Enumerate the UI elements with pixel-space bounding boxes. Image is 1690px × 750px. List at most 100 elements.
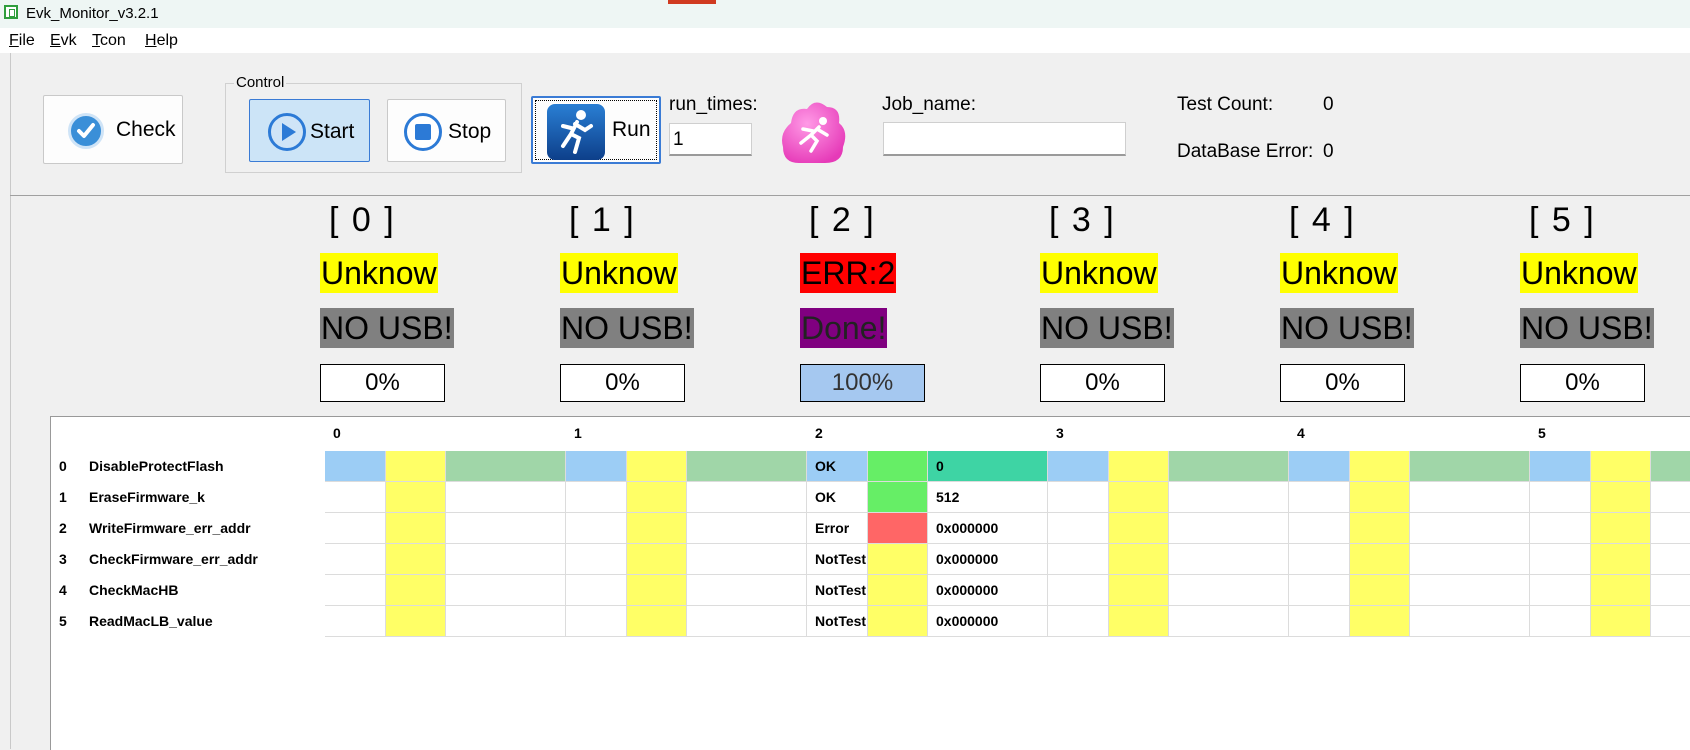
result-cell[interactable] [325,482,386,513]
result-cell[interactable] [1350,482,1410,513]
result-cell[interactable] [627,482,687,513]
result-cell[interactable] [687,544,807,575]
result-status-cell[interactable]: NotTest [807,575,868,606]
result-cell[interactable] [386,575,446,606]
result-color-cell[interactable] [868,544,928,575]
result-value-cell[interactable]: 0x000000 [928,606,1048,637]
result-cell[interactable] [1350,575,1410,606]
result-cell[interactable] [627,606,687,637]
result-cell[interactable] [1109,482,1169,513]
column-header[interactable]: 5 [1538,425,1546,441]
result-cell[interactable] [1289,482,1350,513]
result-cell[interactable] [386,513,446,544]
result-value-cell[interactable]: 0x000000 [928,575,1048,606]
result-cell[interactable] [1651,606,1690,637]
result-cell[interactable] [1591,482,1651,513]
result-cell[interactable] [566,451,627,482]
result-cell[interactable] [386,544,446,575]
result-cell[interactable] [1410,513,1530,544]
result-cell[interactable] [1350,606,1410,637]
result-status-cell[interactable]: OK [807,451,868,482]
result-cell[interactable] [325,451,386,482]
result-cell[interactable] [1591,606,1651,637]
result-cell[interactable] [325,575,386,606]
cloud-runner-icon[interactable] [777,95,849,167]
result-cell[interactable] [1651,451,1690,482]
result-value-cell[interactable]: 0 [928,451,1048,482]
result-cell[interactable] [687,482,807,513]
result-cell[interactable] [1350,544,1410,575]
result-cell[interactable] [1289,606,1350,637]
column-header[interactable]: 1 [574,425,582,441]
result-color-cell[interactable] [868,575,928,606]
result-cell[interactable] [566,513,627,544]
result-status-cell[interactable]: Error [807,513,868,544]
result-cell[interactable] [1591,451,1651,482]
result-cell[interactable] [1048,606,1109,637]
result-cell[interactable] [446,482,566,513]
run-button[interactable]: Run [531,96,661,164]
result-status-cell[interactable]: OK [807,482,868,513]
result-cell[interactable] [627,451,687,482]
result-cell[interactable] [1048,451,1109,482]
result-status-cell[interactable]: NotTest [807,606,868,637]
result-cell[interactable] [1410,451,1530,482]
result-cell[interactable] [1289,513,1350,544]
result-cell[interactable] [1169,482,1289,513]
result-value-cell[interactable]: 0x000000 [928,513,1048,544]
result-cell[interactable] [1048,544,1109,575]
result-cell[interactable] [446,575,566,606]
result-cell[interactable] [1048,482,1109,513]
menu-evk[interactable]: Evk [50,32,77,50]
result-cell[interactable] [1169,575,1289,606]
run-times-input[interactable]: 1 [669,123,752,156]
column-header[interactable]: 0 [333,425,341,441]
result-cell[interactable] [446,544,566,575]
menu-tcon[interactable]: Tcon [92,32,126,50]
result-cell[interactable] [687,606,807,637]
result-cell[interactable] [687,451,807,482]
column-header[interactable]: 4 [1297,425,1305,441]
stop-button[interactable]: Stop [387,99,506,162]
result-status-cell[interactable]: NotTest [807,544,868,575]
result-color-cell[interactable] [868,482,928,513]
result-cell[interactable] [325,544,386,575]
result-cell[interactable] [386,451,446,482]
result-cell[interactable] [1109,451,1169,482]
result-cell[interactable] [386,482,446,513]
result-cell[interactable] [1651,544,1690,575]
result-cell[interactable] [1410,544,1530,575]
result-cell[interactable] [1591,575,1651,606]
start-button[interactable]: Start [249,99,370,162]
result-cell[interactable] [566,544,627,575]
result-cell[interactable] [1350,513,1410,544]
menu-help[interactable]: Help [145,32,178,50]
job-name-input[interactable] [883,122,1126,156]
result-cell[interactable] [1410,575,1530,606]
result-color-cell[interactable] [868,513,928,544]
result-cell[interactable] [627,575,687,606]
result-cell[interactable] [1651,513,1690,544]
result-cell[interactable] [1169,451,1289,482]
result-cell[interactable] [687,513,807,544]
result-cell[interactable] [627,513,687,544]
result-cell[interactable] [386,606,446,637]
result-color-cell[interactable] [868,451,928,482]
result-cell[interactable] [1350,451,1410,482]
result-color-cell[interactable] [868,606,928,637]
result-cell[interactable] [1591,544,1651,575]
result-cell[interactable] [1169,513,1289,544]
result-cell[interactable] [1109,575,1169,606]
result-cell[interactable] [1651,575,1690,606]
result-cell[interactable] [446,513,566,544]
result-cell[interactable] [1289,544,1350,575]
column-header[interactable]: 2 [815,425,823,441]
result-cell[interactable] [1651,482,1690,513]
result-cell[interactable] [1048,513,1109,544]
result-cell[interactable] [1109,544,1169,575]
column-header[interactable]: 3 [1056,425,1064,441]
result-cell[interactable] [1289,575,1350,606]
result-cell[interactable] [446,606,566,637]
result-cell[interactable] [566,482,627,513]
result-cell[interactable] [627,544,687,575]
